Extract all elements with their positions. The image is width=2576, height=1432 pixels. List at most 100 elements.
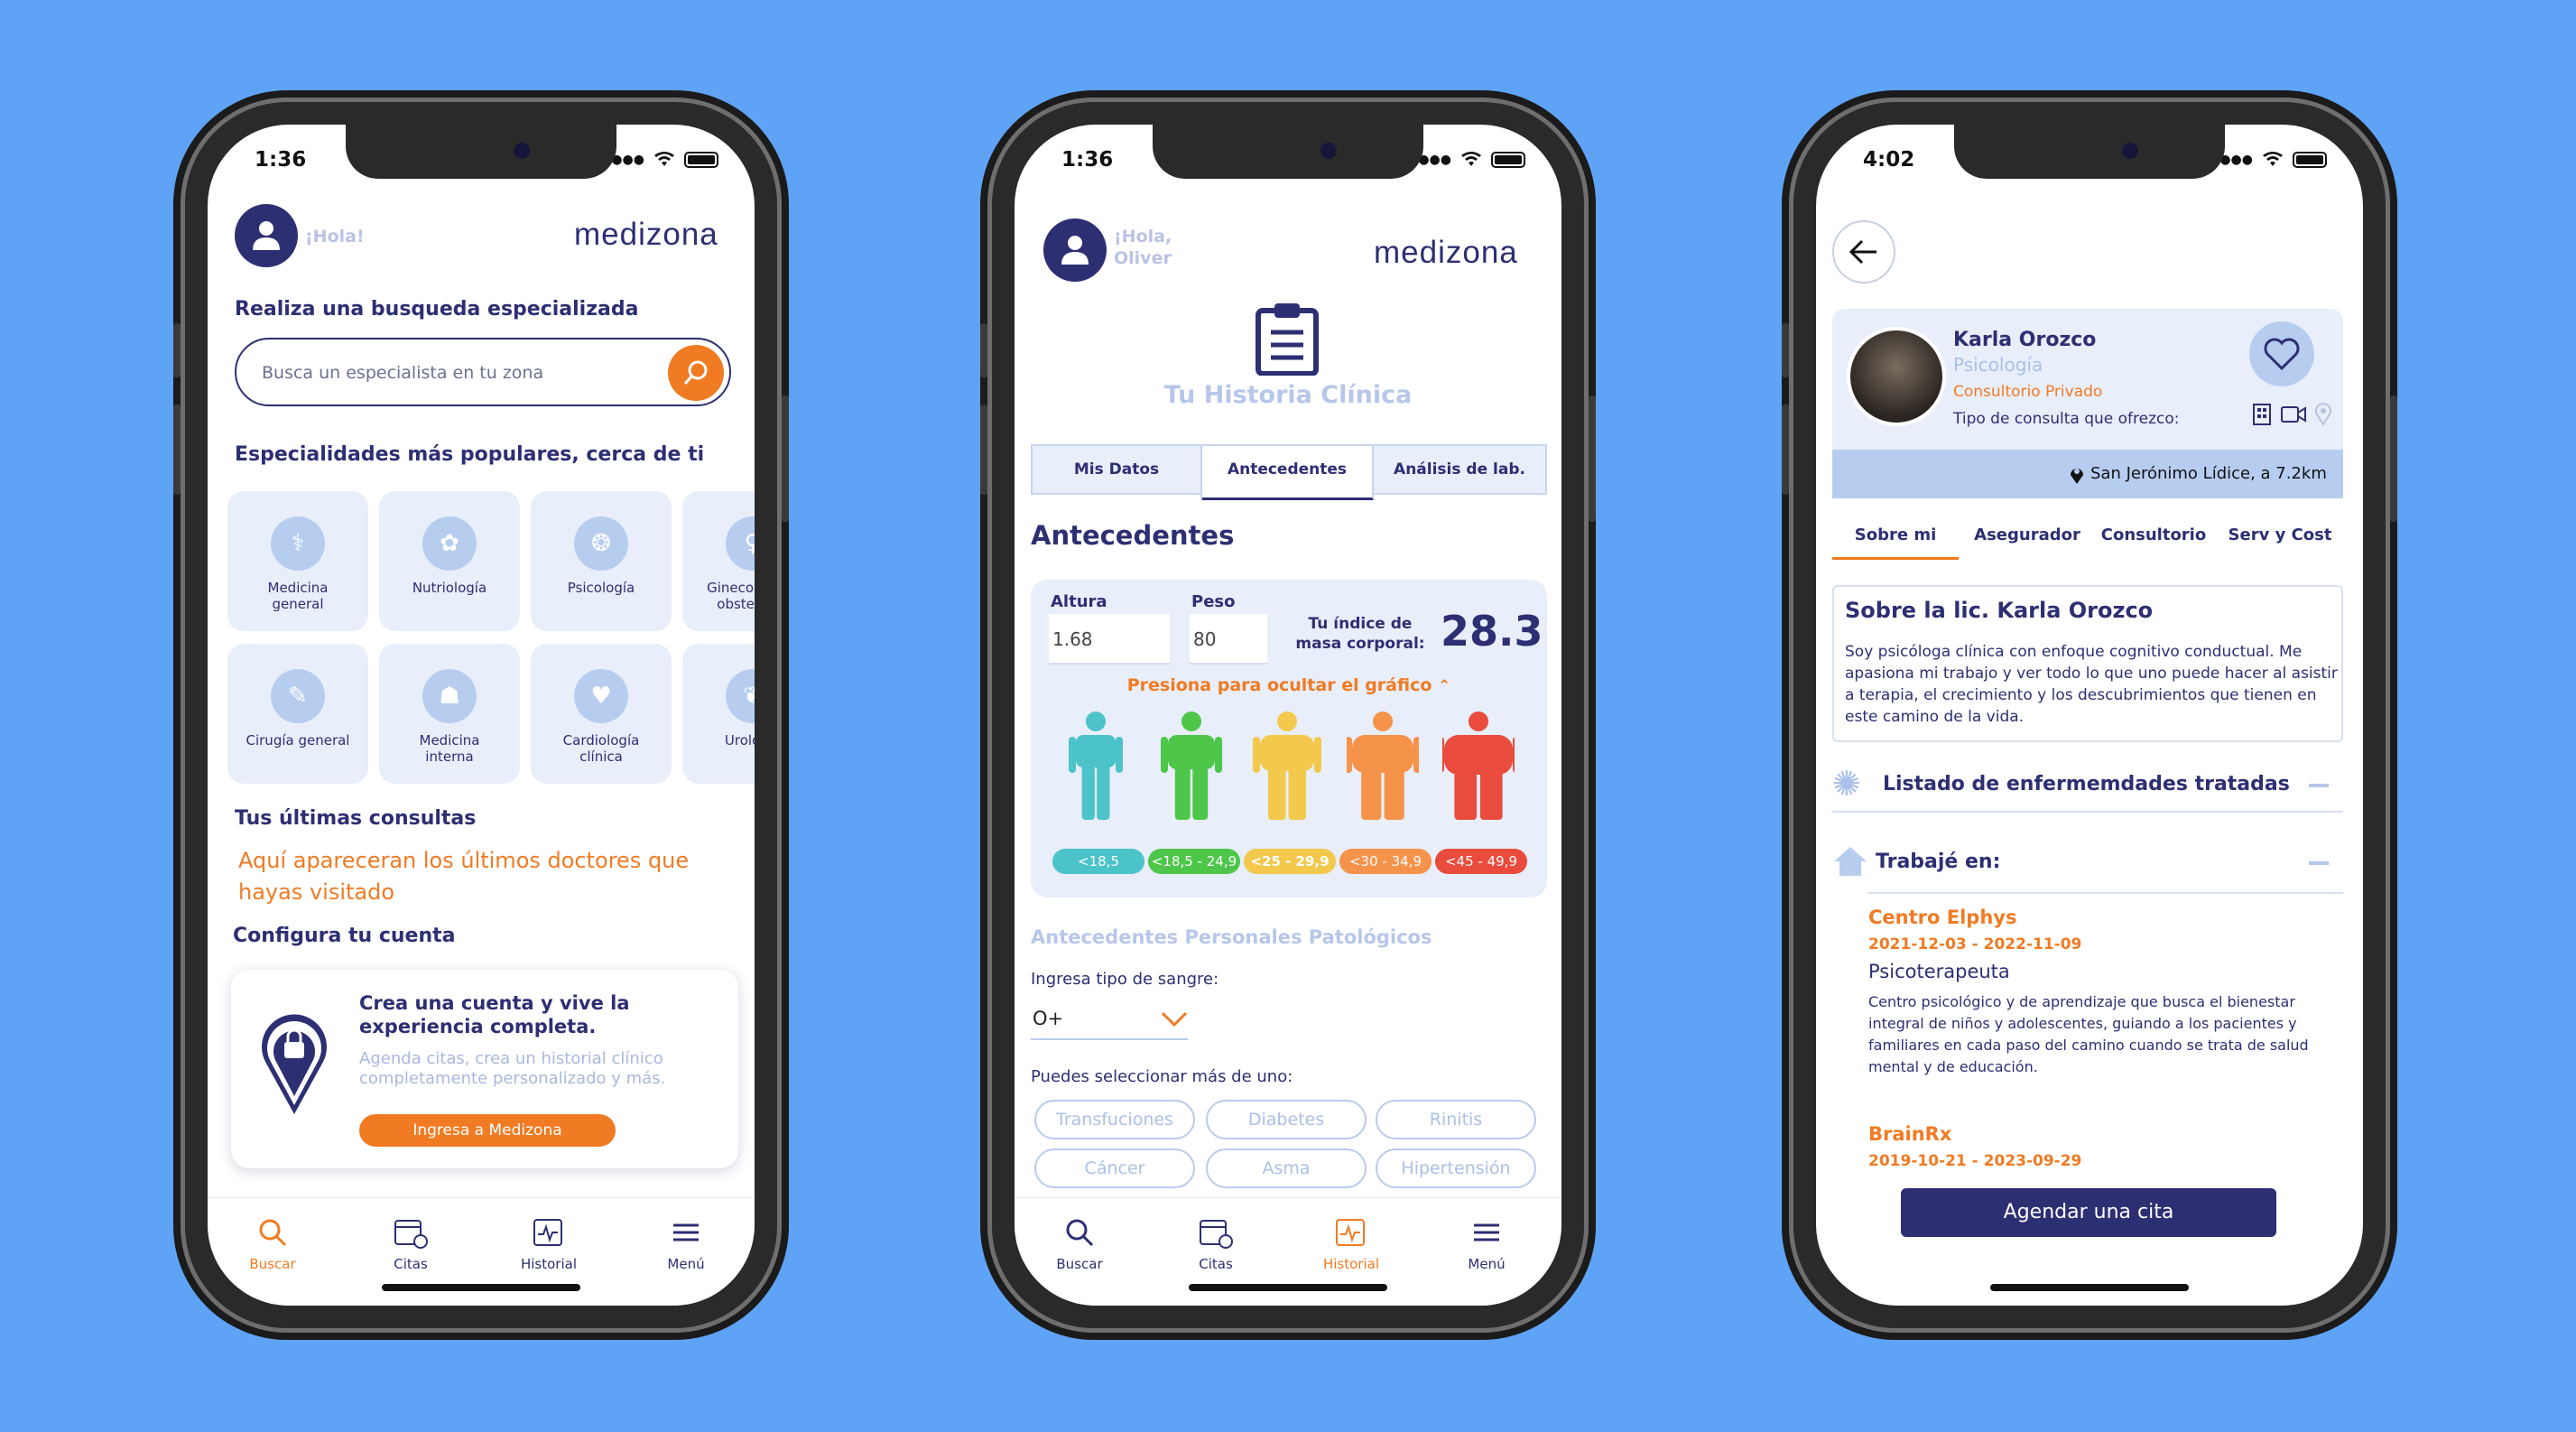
condition-chip[interactable]: Asma (1206, 1148, 1367, 1188)
tab-office[interactable]: Consultorio (2090, 525, 2217, 544)
search-title: Realiza una busqueda especializada (235, 298, 639, 321)
specialty-card[interactable]: ❦Urología (682, 644, 755, 784)
search-button[interactable] (668, 345, 724, 401)
clipboard-icon (1256, 303, 1319, 376)
about-title: Sobre la lic. Karla Orozco (1845, 598, 2154, 623)
login-button[interactable]: Ingresa a Medizona (359, 1114, 616, 1147)
tab-services-costs[interactable]: Serv y Cost (2217, 525, 2343, 544)
bmi-figure-icon (1442, 711, 1515, 820)
screen: 1:36 ●●● ¡Hola! medizona Realiza una bus… (208, 125, 755, 1306)
heart-icon (2264, 338, 2300, 370)
tab-menu[interactable]: Menú (641, 1216, 731, 1272)
search-icon (259, 1219, 287, 1247)
tab-lab-analysis[interactable]: Análisis de lab. (1374, 446, 1545, 500)
user-icon (1061, 236, 1089, 265)
specialty-card[interactable]: ✿ Nutriología (379, 491, 520, 631)
search-icon (1066, 1219, 1094, 1247)
job-company: Centro Elphys (1868, 907, 2017, 928)
favorite-button[interactable] (2249, 321, 2314, 386)
calendar-icon (394, 1220, 428, 1249)
job-role: Psicoterapeuta (1868, 961, 2010, 982)
history-tabs: Mis Datos Antecedentes Análisis de lab. (1031, 444, 1547, 500)
stethoscope-icon: ⚕ (291, 530, 305, 557)
bmi-figure-icon (1253, 711, 1321, 820)
building-icon (2253, 404, 2271, 425)
divider (1868, 892, 2343, 894)
tab-background[interactable]: Antecedentes (1202, 446, 1374, 500)
lock-pin-icon (262, 1014, 327, 1114)
diseases-section[interactable]: ✺ Listado de enfermemdades tratadas (1832, 760, 2343, 813)
tab-appointments[interactable]: Citas (1171, 1216, 1261, 1272)
bmi-label: Tu índice de masa corporal: (1295, 615, 1425, 653)
clipboard-pulse-icon (533, 1219, 562, 1246)
blood-type-select[interactable]: O+ (1031, 1002, 1188, 1040)
job-item: BrainRx 2019-10-21 - 2023-09-29 (1868, 1123, 2343, 1170)
job-description: Centro psicológico y de aprendizaje que … (1868, 993, 2309, 1075)
multi-label: Puedes seleccionar más de uno: (1031, 1067, 1293, 1086)
greeting: ¡Hola, Oliver (1114, 227, 1172, 268)
specialty-card[interactable]: ✎ Cirugía general (227, 644, 368, 784)
condition-chip[interactable]: Rinitis (1376, 1100, 1536, 1139)
arrow-left-icon (1849, 239, 1876, 265)
nutrition-icon: ✿ (440, 530, 459, 557)
battery-icon (1491, 152, 1525, 168)
uterus-icon: ♀ (744, 530, 755, 557)
condition-chip[interactable]: Cáncer (1034, 1148, 1195, 1188)
weight-input[interactable]: 80 (1190, 614, 1267, 665)
kidney-icon: ❦ (743, 683, 755, 710)
height-input[interactable]: 1.68 (1049, 614, 1170, 665)
work-section[interactable]: Trabajé en: (1832, 838, 2343, 890)
menu-icon (673, 1223, 699, 1241)
logo: medizona (1374, 235, 1518, 270)
tab-my-data[interactable]: Mis Datos (1033, 446, 1202, 500)
tab-bar: Buscar Citas Historial Menú (208, 1197, 755, 1306)
status-icons: ●●● (1418, 152, 1525, 168)
section-title: Antecedentes (1031, 520, 1235, 551)
home-icon (1834, 847, 1867, 876)
job-company: BrainRx (1868, 1123, 1952, 1145)
search-placeholder: Busca un especialista en tu zona (262, 363, 544, 383)
office-type: Consultorio Privado (1953, 383, 2103, 401)
specialty-card[interactable]: ⚕ Medicina general (227, 491, 368, 631)
condition-chip[interactable]: Diabetes (1206, 1100, 1367, 1139)
weight-label: Peso (1191, 592, 1236, 611)
condition-chip[interactable]: Transfuciones (1034, 1100, 1195, 1139)
tab-search[interactable]: Buscar (227, 1216, 318, 1272)
collapse-icon[interactable] (2309, 861, 2329, 865)
search-input[interactable]: Busca un especialista en tu zona (235, 338, 731, 406)
tab-insurer[interactable]: Asegurador (1964, 525, 2090, 544)
doctor-card: Karla Orozco Psicología Consultorio Priv… (1832, 309, 2343, 498)
recent-empty: Aquí apareceran los últimos doctores que… (238, 848, 690, 905)
status-time: 1:36 (1061, 148, 1114, 172)
collapse-icon[interactable] (2309, 784, 2329, 787)
doctor-name: Karla Orozco (1953, 329, 2097, 351)
location-text: San Jerónimo Lídice, a 7.2km (2090, 464, 2327, 483)
clipboard-pulse-icon (1336, 1219, 1365, 1246)
tab-search[interactable]: Buscar (1034, 1216, 1125, 1272)
location-pin-icon (2315, 403, 2331, 426)
specialty-card[interactable]: ❂ Psicología (531, 491, 672, 631)
phone-history: 1:36 ●●● ¡Hola, Oliver medizona Tu Histo… (980, 98, 1596, 1333)
specialty-card[interactable]: ♀Ginecología y obstetricia (682, 491, 755, 631)
tab-menu[interactable]: Menú (1441, 1216, 1532, 1272)
tab-history[interactable]: Historial (1306, 1216, 1396, 1272)
screen: 4:02 ●●● Karla Orozco Psicología Consult… (1816, 125, 2363, 1306)
tab-history[interactable]: Historial (504, 1216, 594, 1272)
back-button[interactable] (1832, 220, 1895, 284)
toggle-chart-button[interactable]: Presiona para ocultar el gráfico ⌃ (1031, 675, 1547, 695)
avatar[interactable] (1043, 219, 1107, 282)
tab-about[interactable]: Sobre mi (1832, 525, 1959, 560)
wifi-icon (654, 152, 674, 166)
promo-text: Agenda citas, crea un historial clínico … (359, 1049, 666, 1088)
tab-appointments[interactable]: Citas (366, 1216, 456, 1272)
phone-doctor-profile: 4:02 ●●● Karla Orozco Psicología Consult… (1782, 98, 2397, 1333)
specialty-card[interactable]: ♥ Cardiología clínica (531, 644, 672, 784)
specialty-card[interactable]: ☗ Medicina interna (379, 644, 520, 784)
schedule-button[interactable]: Agendar una cita (1901, 1188, 2276, 1237)
status-time: 1:36 (255, 148, 307, 172)
config-title: Configura tu cuenta (233, 925, 456, 947)
chevron-down-icon (1161, 1011, 1188, 1028)
condition-chip[interactable]: Hipertensión (1376, 1148, 1536, 1188)
bmi-figure-icon (1161, 711, 1222, 820)
avatar[interactable] (235, 204, 298, 267)
